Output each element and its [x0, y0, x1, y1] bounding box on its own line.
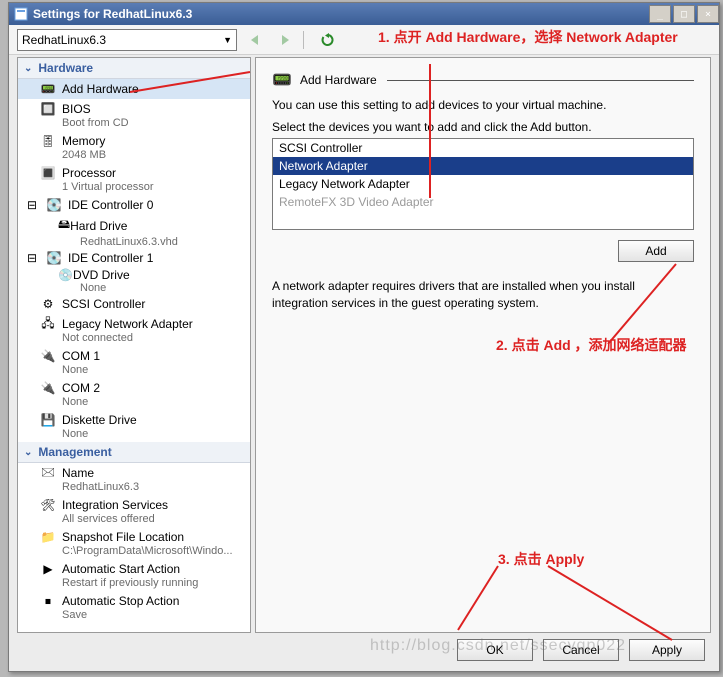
device-option-network-adapter[interactable]: Network Adapter	[273, 157, 693, 175]
collapse-icon: ⌄	[24, 63, 32, 74]
tag-icon: 🖂	[40, 465, 56, 481]
header-divider	[387, 80, 694, 81]
sidebar-item-auto-stop[interactable]: ⏹Automatic Stop Action Save	[18, 591, 250, 623]
add-hardware-icon: 📟	[40, 81, 56, 97]
serial-icon: 🔌	[40, 380, 56, 396]
sidebar-item-integration[interactable]: 🛠Integration Services All services offer…	[18, 495, 250, 527]
device-option-legacy-network[interactable]: Legacy Network Adapter	[273, 175, 693, 193]
window-controls: _ □ ×	[647, 5, 719, 23]
folder-icon: 📁	[40, 529, 56, 545]
sidebar-item-dvd-drive[interactable]: 💿DVD Drive None	[18, 268, 250, 294]
device-listbox[interactable]: SCSI Controller Network Adapter Legacy N…	[272, 138, 694, 230]
settings-window: Settings for RedhatLinux6.3 _ □ × Redhat…	[8, 2, 720, 672]
main-desc-2: Select the devices you want to add and c…	[272, 120, 694, 134]
sidebar: ⌄ Hardware 📟Add Hardware 🔲BIOS Boot from…	[17, 57, 251, 633]
device-option-remotefx[interactable]: RemoteFX 3D Video Adapter	[273, 193, 693, 211]
stop-icon: ⏹	[40, 593, 56, 609]
minus-icon[interactable]: ⊟	[24, 250, 40, 266]
main-desc-1: You can use this setting to add devices …	[272, 98, 694, 112]
refresh-button[interactable]	[316, 29, 340, 51]
window-title: Settings for RedhatLinux6.3	[33, 7, 192, 21]
cancel-button[interactable]: Cancel	[543, 639, 619, 661]
scsi-icon: ⚙	[40, 296, 56, 312]
sidebar-item-ide0[interactable]: ⊟💽IDE Controller 0	[18, 195, 250, 215]
sidebar-item-legacy-net[interactable]: 🖧Legacy Network Adapter Not connected	[18, 314, 250, 346]
sidebar-item-ide1[interactable]: ⊟💽IDE Controller 1	[18, 248, 250, 268]
section-label: Management	[38, 445, 111, 459]
toolbar-divider	[303, 31, 304, 49]
app-icon	[13, 6, 29, 22]
main-header: 📟 Add Hardware	[272, 70, 694, 90]
titlebar[interactable]: Settings for RedhatLinux6.3 _ □ ×	[9, 3, 719, 25]
start-icon: ▶	[40, 561, 56, 577]
toolbar: RedhatLinux6.3 ▼	[9, 25, 719, 55]
apply-button[interactable]: Apply	[629, 639, 705, 661]
sidebar-item-snapshot[interactable]: 📁Snapshot File Location C:\ProgramData\M…	[18, 527, 250, 559]
sidebar-item-diskette[interactable]: 💾Diskette Drive None	[18, 410, 250, 442]
controller-icon: 💽	[46, 197, 62, 213]
nav-back-button	[243, 29, 267, 51]
hard-drive-icon: 🖴	[58, 215, 70, 236]
sidebar-item-processor[interactable]: 🔳Processor 1 Virtual processor	[18, 163, 250, 195]
main-panel: 📟 Add Hardware You can use this setting …	[255, 57, 711, 633]
info-text: A network adapter requires drivers that …	[272, 278, 694, 312]
sidebar-item-hard-drive[interactable]: 🖴Hard Drive RedhatLinux6.3.vhd	[18, 215, 250, 248]
processor-icon: 🔳	[40, 165, 56, 181]
dialog-footer: OK Cancel Apply	[457, 639, 705, 661]
sidebar-item-memory[interactable]: 🎚Memory 2048 MB	[18, 131, 250, 163]
device-option-scsi[interactable]: SCSI Controller	[273, 139, 693, 157]
vm-selector[interactable]: RedhatLinux6.3 ▼	[17, 29, 237, 51]
serial-icon: 🔌	[40, 348, 56, 364]
memory-icon: 🎚	[40, 133, 56, 149]
chevron-down-icon: ▼	[223, 35, 232, 45]
hardware-section-header[interactable]: ⌄ Hardware	[18, 58, 250, 79]
sidebar-item-com2[interactable]: 🔌COM 2 None	[18, 378, 250, 410]
sidebar-item-com1[interactable]: 🔌COM 1 None	[18, 346, 250, 378]
body: ⌄ Hardware 📟Add Hardware 🔲BIOS Boot from…	[9, 55, 719, 635]
maximize-button[interactable]: □	[673, 5, 695, 23]
bios-icon: 🔲	[40, 101, 56, 117]
sidebar-item-bios[interactable]: 🔲BIOS Boot from CD	[18, 99, 250, 131]
collapse-icon: ⌄	[24, 447, 32, 458]
sidebar-item-name[interactable]: 🖂Name RedhatLinux6.3	[18, 463, 250, 495]
close-button[interactable]: ×	[697, 5, 719, 23]
vm-selector-value: RedhatLinux6.3	[22, 33, 106, 47]
sidebar-item-scsi[interactable]: ⚙SCSI Controller	[18, 294, 250, 314]
add-hardware-icon: 📟	[272, 70, 292, 90]
nav-forward-button	[273, 29, 297, 51]
controller-icon: 💽	[46, 250, 62, 266]
network-icon: 🖧	[40, 316, 56, 332]
services-icon: 🛠	[40, 497, 56, 513]
main-title: Add Hardware	[300, 73, 377, 87]
sidebar-item-add-hardware[interactable]: 📟Add Hardware	[18, 79, 250, 99]
dvd-icon: 💿	[58, 268, 73, 282]
sidebar-item-auto-start[interactable]: ▶Automatic Start Action Restart if previ…	[18, 559, 250, 591]
minus-icon[interactable]: ⊟	[24, 197, 40, 213]
minimize-button[interactable]: _	[649, 5, 671, 23]
management-section-header[interactable]: ⌄ Management	[18, 442, 250, 463]
ok-button[interactable]: OK	[457, 639, 533, 661]
section-label: Hardware	[38, 61, 93, 75]
add-button[interactable]: Add	[618, 240, 694, 262]
diskette-icon: 💾	[40, 412, 56, 428]
